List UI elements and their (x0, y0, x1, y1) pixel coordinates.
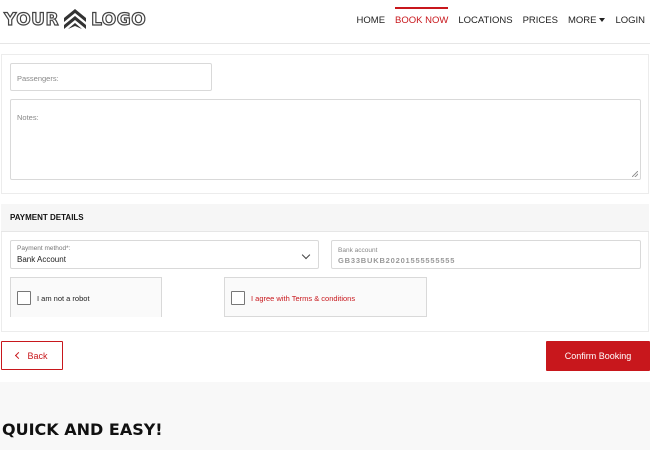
terms-label[interactable]: I agree with Terms & conditions (251, 294, 355, 303)
captcha-box: I am not a robot (10, 277, 162, 317)
nav-item-book-now[interactable]: BOOK NOW (395, 0, 449, 44)
caret-down-icon (599, 18, 606, 23)
site-header: YOUR LOGO HOME BOOK NOW LOCATIONS PRICES… (0, 0, 650, 44)
back-button[interactable]: Back (1, 341, 63, 370)
nav-item-more[interactable]: MORE (568, 0, 606, 44)
confirm-booking-button[interactable]: Confirm Booking (546, 341, 650, 371)
info-section (0, 382, 650, 450)
terms-box: I agree with Terms & conditions (224, 277, 427, 317)
notes-placeholder: Notes: (17, 113, 39, 122)
confirm-booking-label: Confirm Booking (564, 351, 632, 361)
main-nav: HOME BOOK NOW LOCATIONS PRICES MORE LOGI… (352, 0, 650, 44)
notes-textarea[interactable]: Notes: (10, 99, 641, 180)
nav-item-label: BOOK NOW (395, 15, 449, 26)
passengers-placeholder: Passengers: (17, 74, 59, 83)
payment-method-label: Payment method*: (17, 245, 71, 252)
captcha-label: I am not a robot (37, 294, 90, 303)
payment-card-header (1, 204, 649, 232)
nav-item-locations[interactable]: LOCATIONS (458, 0, 512, 44)
chevron-down-icon (301, 250, 311, 260)
nav-item-label: MORE (567, 15, 597, 26)
resize-handle-icon[interactable] (632, 171, 638, 177)
bank-account-label: Bank account (338, 247, 378, 254)
nav-item-label: PRICES (522, 15, 558, 26)
nav-item-label: LOGIN (615, 15, 645, 26)
logo-text-left: YOUR (3, 9, 60, 30)
bank-account-value: GB33BUKB20201555555555 (338, 256, 456, 265)
payment-method-value: Bank Account (17, 255, 66, 264)
nav-item-label: LOCATIONS (458, 15, 513, 26)
chevrons-up-icon (64, 9, 87, 29)
nav-item-prices[interactable]: PRICES (523, 0, 558, 44)
nav-item-label: HOME (356, 15, 386, 26)
passengers-input[interactable]: Passengers: (10, 63, 212, 91)
terms-checkbox[interactable] (231, 291, 245, 305)
nav-item-home[interactable]: HOME (357, 0, 386, 44)
nav-item-login[interactable]: LOGIN (615, 0, 645, 44)
chevron-left-icon (15, 351, 23, 360)
logo-text-right: LOGO (90, 9, 147, 30)
back-button-label: Back (27, 350, 48, 361)
captcha-checkbox[interactable] (17, 291, 31, 305)
section-title: QUICK AND EASY! (2, 420, 163, 439)
payment-method-select[interactable]: Payment method*: Bank Account (10, 240, 319, 269)
logo[interactable]: YOUR LOGO (3, 7, 147, 33)
bank-account-field[interactable]: Bank account GB33BUKB20201555555555 (331, 240, 641, 269)
payment-title: PAYMENT DETAILS (10, 213, 84, 222)
